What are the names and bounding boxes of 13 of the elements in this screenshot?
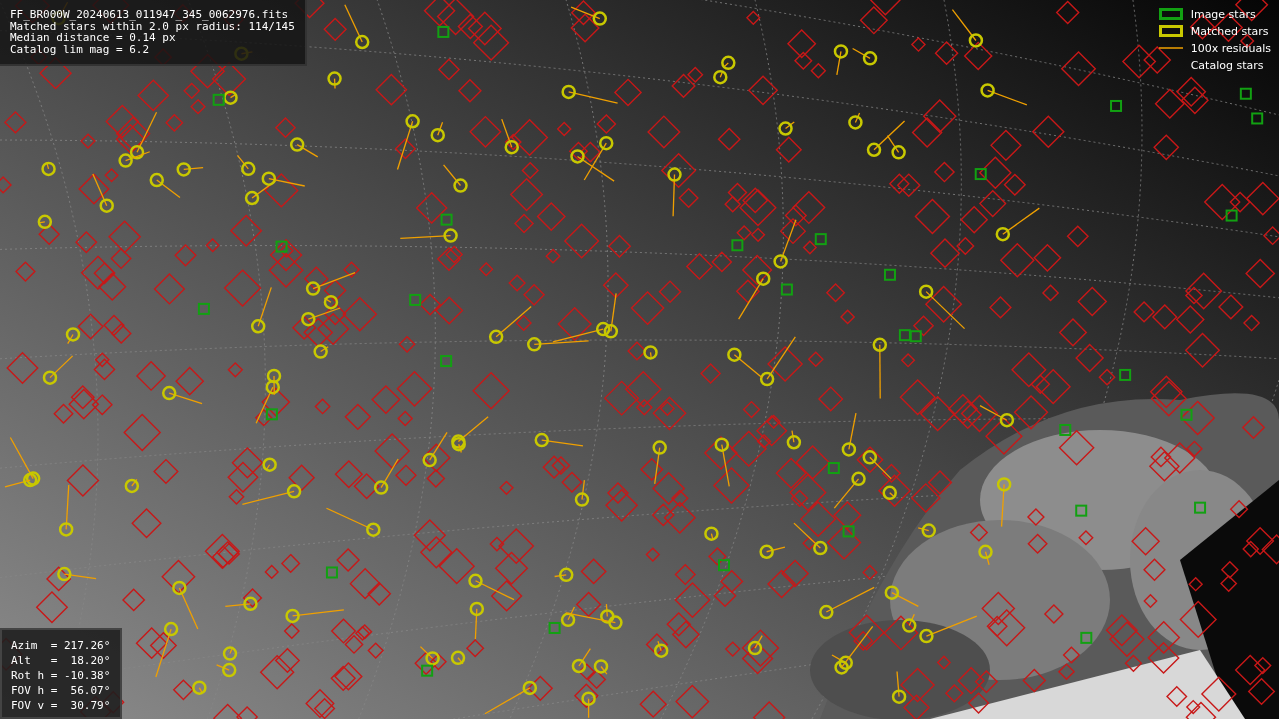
info-text: Median distance = 0.14 px: [10, 32, 176, 44]
info-text: Catalog lim mag = 6.2: [10, 43, 151, 55]
pointing-text: Rot h = -10.38°: [11, 668, 111, 683]
pointing-text: Azim = 217.26°: [11, 638, 111, 653]
pointing-text: FOV h = 56.07°: [11, 683, 111, 698]
matched-star-swatch-icon: [1158, 25, 1183, 37]
info-text: Matched stars within 2.0 px radius: 114/145: [10, 20, 295, 32]
pointing-text: FOV v = 30.79°: [11, 698, 111, 713]
pointing-text: Alt = 18.20°: [11, 653, 111, 668]
image-star-swatch-icon: [1158, 8, 1183, 20]
info-text: FF_BR000W_20240613_011947_345_0062976.fits: [10, 9, 290, 21]
legend-label: 100x residuals: [1190, 41, 1271, 55]
legend-label: Catalog stars: [1190, 58, 1264, 72]
